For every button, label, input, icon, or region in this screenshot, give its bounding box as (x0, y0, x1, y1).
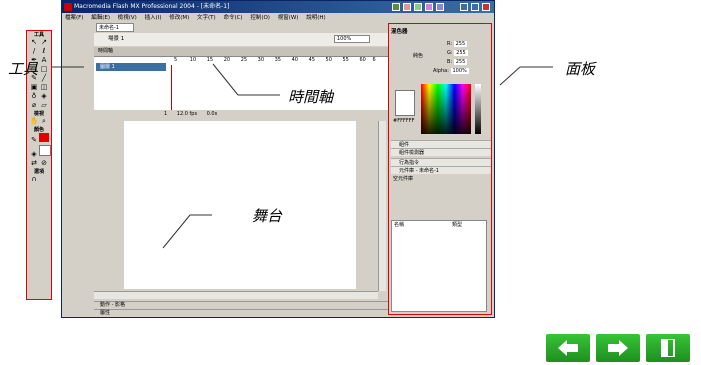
arrow-right-icon (608, 340, 628, 356)
exit-button[interactable] (646, 334, 690, 362)
exit-door-icon (661, 339, 675, 357)
leader-line-panel-diagonal (499, 66, 521, 86)
leader-line-timeline-diagonal (212, 63, 239, 96)
leader-lines (52, 63, 553, 249)
next-button[interactable] (596, 334, 640, 362)
arrow-left-icon (558, 340, 578, 356)
prev-button[interactable] (546, 334, 590, 362)
leader-line-stage-diagonal (162, 214, 191, 249)
